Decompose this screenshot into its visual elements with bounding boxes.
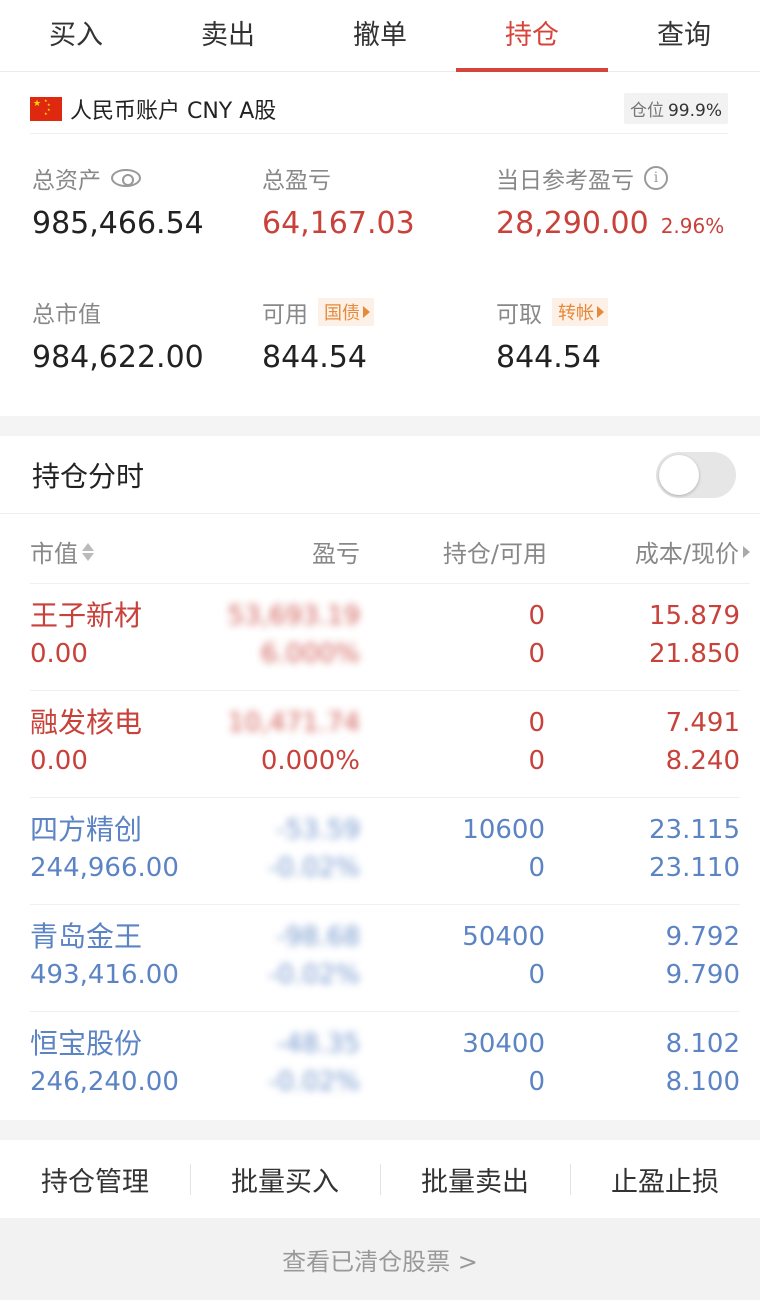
triangle-right-icon — [743, 545, 750, 558]
daily-pl: 当日参考盈亏 i 28,290.00 2.96% — [496, 166, 725, 241]
take-profit-stop-loss-button[interactable]: 止盈止损 — [570, 1160, 760, 1199]
section-divider — [0, 1120, 760, 1140]
total-assets-value: 985,466.54 — [32, 206, 204, 241]
tab-holdings[interactable]: 持仓 — [456, 0, 608, 72]
holdings-management-button[interactable]: 持仓管理 — [0, 1160, 190, 1199]
row-holding: 30400 — [462, 1029, 545, 1059]
position-ratio-badge: 仓位 99.9% — [623, 93, 728, 124]
row-pl: -98.68 — [276, 922, 360, 952]
row-pl: -53.59 — [276, 815, 360, 845]
header-market-value[interactable]: 市值 — [30, 534, 94, 569]
row-market-value: 0.00 — [30, 746, 88, 776]
table-row[interactable]: 王子新材 0.00 53,693.19 6.000% 0 0 15.879 21… — [30, 584, 740, 691]
tab-sell[interactable]: 卖出 — [152, 0, 304, 71]
table-row[interactable]: 四方精创 244,966.00 -53.59 -0.02% 10600 0 23… — [30, 798, 740, 905]
holdings-list: 王子新材 0.00 53,693.19 6.000% 0 0 15.879 21… — [30, 584, 740, 1119]
row-price: 8.240 — [665, 746, 740, 776]
row-pl-percent: 0.000% — [260, 746, 360, 776]
row-holding: 50400 — [462, 922, 545, 952]
row-available: 0 — [528, 1067, 545, 1097]
withdrawable-value: 844.54 — [496, 340, 601, 375]
row-available: 0 — [528, 639, 545, 669]
row-cost: 8.102 — [665, 1029, 740, 1059]
stock-name: 恒宝股份 — [30, 1027, 143, 1060]
header-holding: 持仓/可用 — [442, 540, 547, 568]
timeshare-label: 持仓分时 — [32, 459, 145, 493]
header-price[interactable]: 成本/现价 — [635, 534, 750, 569]
table-row[interactable]: 融发核电 0.00 10,471.74 0.000% 0 0 7.491 8.2… — [30, 691, 740, 798]
stock-name: 王子新材 — [30, 599, 143, 632]
transfer-tag[interactable]: 转帐 — [552, 298, 608, 326]
row-holding: 0 — [528, 601, 545, 631]
available-funds: 可用 国债 844.54 — [262, 296, 374, 375]
market-value: 总市值 984,622.00 — [32, 302, 204, 375]
eye-icon[interactable] — [111, 169, 141, 187]
row-market-value: 246,240.00 — [30, 1067, 179, 1097]
info-icon[interactable]: i — [644, 166, 668, 190]
total-pl: 总盈亏 64,167.03 — [262, 168, 415, 241]
row-pl-percent: -0.02% — [268, 960, 360, 990]
tab-query[interactable]: 查询 — [608, 0, 760, 71]
row-pl-percent: -0.02% — [268, 1067, 360, 1097]
total-pl-value: 64,167.03 — [262, 206, 415, 241]
row-cost: 15.879 — [649, 601, 740, 631]
stock-name: 青岛金王 — [30, 920, 143, 953]
row-price: 9.790 — [665, 960, 740, 990]
table-row[interactable]: 青岛金王 493,416.00 -98.68 -0.02% 50400 0 9.… — [30, 905, 740, 1012]
market-value-value: 984,622.00 — [32, 340, 204, 375]
stock-name: 融发核电 — [30, 706, 143, 739]
china-flag-icon: ★ ★ ★ ★ ★ — [30, 96, 62, 121]
triangle-right-icon — [597, 306, 604, 318]
row-price: 21.850 — [649, 639, 740, 669]
row-price: 8.100 — [665, 1067, 740, 1097]
account-bar[interactable]: ★ ★ ★ ★ ★ 人民币账户 CNY A股 仓位 99.9% — [30, 84, 728, 134]
row-available: 0 — [528, 960, 545, 990]
daily-pl-value: 28,290.00 2.96% — [496, 206, 725, 241]
daily-pl-percent: 2.96% — [660, 214, 725, 238]
total-assets: 总资产 985,466.54 — [32, 168, 204, 241]
row-holding: 0 — [528, 708, 545, 738]
header-pl: 盈亏 — [312, 540, 360, 568]
holdings-table-header: 市值 盈亏 持仓/可用 成本/现价 — [30, 514, 750, 584]
triangle-right-icon — [363, 306, 370, 318]
row-market-value: 493,416.00 — [30, 960, 179, 990]
row-cost: 9.792 — [665, 922, 740, 952]
row-pl: -48.35 — [276, 1029, 360, 1059]
tab-buy[interactable]: 买入 — [0, 0, 152, 71]
timeshare-row: 持仓分时 — [0, 436, 760, 514]
table-row[interactable]: 恒宝股份 246,240.00 -48.35 -0.02% 30400 0 8.… — [30, 1012, 740, 1119]
row-available: 0 — [528, 746, 545, 776]
section-divider — [0, 416, 760, 436]
timeshare-toggle[interactable] — [656, 451, 736, 498]
account-label: 人民币账户 CNY A股 — [70, 98, 277, 124]
sort-icon[interactable] — [82, 542, 94, 561]
row-holding: 10600 — [462, 815, 545, 845]
row-pl-percent: 6.000% — [260, 639, 360, 669]
row-pl: 53,693.19 — [227, 601, 360, 631]
withdrawable-funds: 可取 转帐 844.54 — [496, 296, 608, 375]
row-pl: 10,471.74 — [227, 708, 360, 738]
row-market-value: 244,966.00 — [30, 853, 179, 883]
view-cleared-stocks-link[interactable]: 查看已清仓股票 > — [0, 1218, 760, 1300]
row-price: 23.110 — [649, 853, 740, 883]
batch-sell-button[interactable]: 批量卖出 — [380, 1160, 570, 1199]
row-pl-percent: -0.02% — [268, 853, 360, 883]
row-cost: 23.115 — [649, 815, 740, 845]
stock-name: 四方精创 — [30, 813, 143, 846]
batch-buy-button[interactable]: 批量买入 — [190, 1160, 380, 1199]
row-cost: 7.491 — [665, 708, 740, 738]
action-bar: 持仓管理 批量买入 批量卖出 止盈止损 — [0, 1140, 760, 1218]
row-available: 0 — [528, 853, 545, 883]
top-tab-bar: 买入 卖出 撤单 持仓 查询 — [0, 0, 760, 72]
available-value: 844.54 — [262, 340, 367, 375]
row-market-value: 0.00 — [30, 639, 88, 669]
treasury-bond-tag[interactable]: 国债 — [318, 298, 374, 326]
tab-cancel-order[interactable]: 撤单 — [304, 0, 456, 71]
